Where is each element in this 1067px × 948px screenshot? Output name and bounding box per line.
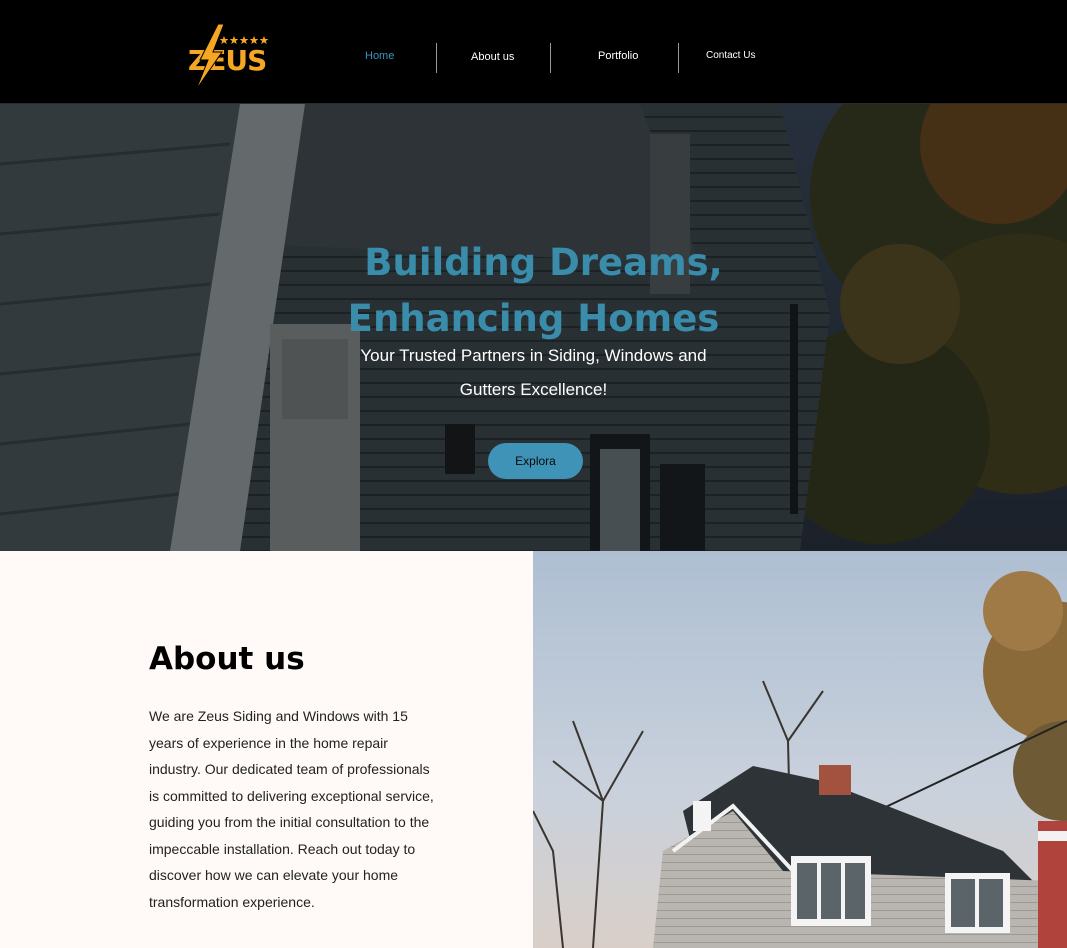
- nav-divider: [678, 43, 679, 73]
- about-title: About us: [149, 641, 305, 677]
- rating-stars-icon: [219, 36, 269, 44]
- nav-contact-us[interactable]: Contact Us: [706, 50, 755, 61]
- nav-portfolio[interactable]: Portfolio: [598, 50, 638, 62]
- about-section: About us We are Zeus Siding and Windows …: [0, 551, 533, 948]
- site-header: ZEUS Home About us Portfolio Contact Us: [0, 0, 1067, 104]
- about-house-photo: [533, 551, 1067, 948]
- explore-button[interactable]: Explora: [488, 443, 583, 479]
- hero-subtitle-line2: Gutters Excellence!: [459, 380, 608, 399]
- hero-section: Building Dreams, Enhancing Homes Your Tr…: [0, 104, 1067, 551]
- nav-divider: [436, 43, 437, 73]
- nav-home[interactable]: Home: [365, 50, 394, 62]
- hero-title-line1: Building Dreams,: [364, 241, 723, 284]
- nav-about-us[interactable]: About us: [471, 51, 514, 63]
- about-body-text: We are Zeus Siding and Windows with 15 y…: [149, 708, 434, 910]
- hero-subtitle-line1: Your Trusted Partners in Siding, Windows…: [360, 346, 707, 365]
- zeus-logo[interactable]: ZEUS: [186, 22, 276, 92]
- nav-divider: [550, 43, 551, 73]
